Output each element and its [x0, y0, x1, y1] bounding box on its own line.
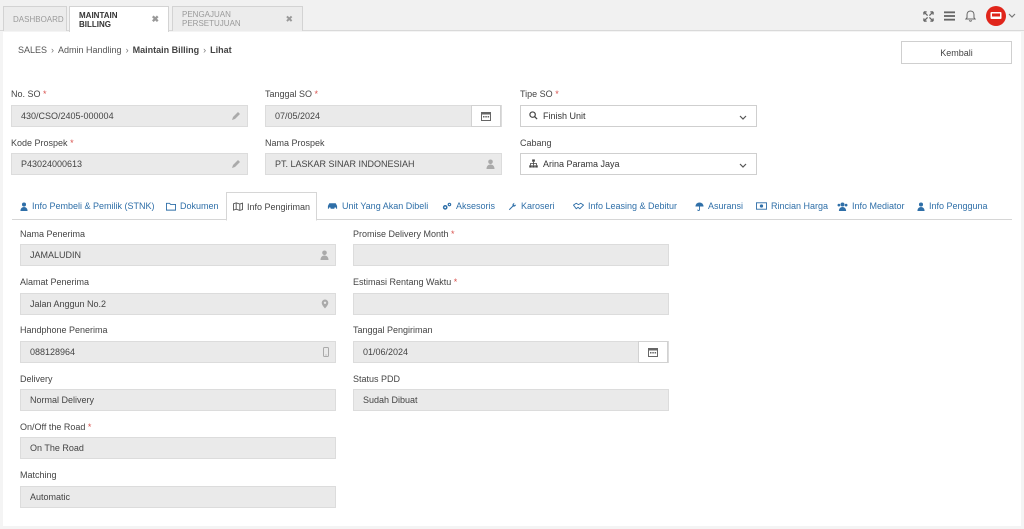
close-icon[interactable]: ✖ — [151, 14, 159, 25]
search-icon — [529, 110, 538, 122]
back-button[interactable]: Kembali — [901, 41, 1012, 64]
on-off-road-field: On The Road — [20, 437, 336, 459]
nama-prospek-field: PT. LASKAR SINAR INDONESIAH — [265, 153, 502, 175]
top-tab-bar: DASHBOARD MAINTAIN BILLING ✖ PENGAJUAN P… — [0, 0, 1024, 32]
mobile-icon — [323, 347, 329, 359]
kode-prospek-label: Kode Prospek * — [11, 138, 74, 148]
breadcrumb-separator: › — [125, 45, 129, 55]
main-panel: SALES › Admin Handling › Maintain Billin… — [3, 32, 1021, 526]
cabang-select[interactable]: Arina Parama Jaya — [520, 153, 757, 175]
map-marker-icon — [321, 299, 329, 311]
tanggal-so-label: Tanggal SO * — [265, 89, 319, 99]
tab-rincian-harga[interactable]: Rincian Harga — [750, 192, 834, 220]
user-icon — [320, 250, 329, 262]
users-icon — [837, 202, 848, 211]
tab-label: MAINTAIN BILLING — [79, 10, 118, 29]
nama-penerima-field: JAMALUDIN — [20, 244, 336, 266]
bell-icon[interactable] — [965, 10, 976, 22]
breadcrumb-separator: › — [51, 45, 55, 55]
sitemap-icon — [529, 158, 538, 170]
breadcrumb-current: Lihat — [210, 45, 232, 55]
tab-maintain-billing[interactable]: MAINTAIN BILLING ✖ — [69, 6, 169, 32]
tanggal-pengiriman-label: Tanggal Pengiriman — [353, 325, 433, 335]
fullscreen-icon[interactable] — [923, 10, 934, 22]
status-pdd-field: Sudah Dibuat — [353, 389, 669, 411]
user-icon — [917, 202, 925, 211]
calendar-icon[interactable] — [471, 105, 501, 127]
matching-field: Automatic — [20, 486, 336, 508]
tab-aksesoris[interactable]: Aksesoris — [436, 192, 501, 220]
tipe-so-select[interactable]: Finish Unit — [520, 105, 757, 127]
user-icon — [20, 202, 28, 211]
calendar-icon[interactable] — [638, 341, 668, 363]
nama-penerima-label: Nama Penerima — [20, 229, 86, 239]
tab-asuransi[interactable]: Asuransi — [689, 192, 749, 220]
chevron-down-icon — [1008, 13, 1016, 18]
tab-unit-yang-akan-dibeli[interactable]: Unit Yang Akan Dibeli — [321, 192, 434, 220]
tab-info-pembeli[interactable]: Info Pembeli & Pemilik (STNK) — [14, 192, 161, 220]
pencil-icon — [231, 111, 241, 123]
status-pdd-label: Status PDD — [353, 374, 401, 384]
breadcrumb-item[interactable]: Admin Handling — [58, 45, 122, 55]
tipe-so-label: Tipe SO * — [520, 89, 559, 99]
no-so-field: 430/CSO/2405-000004 — [11, 105, 248, 127]
car-icon — [327, 203, 338, 210]
no-so-label: No. SO * — [11, 89, 47, 99]
cabang-label: Cabang — [520, 138, 552, 148]
tab-info-pengiriman[interactable]: Info Pengiriman — [226, 192, 318, 221]
estimasi-rentang-waktu-field — [353, 293, 669, 315]
tab-karoseri[interactable]: Karoseri — [502, 192, 561, 220]
cogs-icon — [442, 202, 452, 210]
promise-delivery-month-label: Promise Delivery Month * — [353, 229, 455, 239]
tab-label: DASHBOARD — [13, 14, 64, 24]
kode-prospek-field: P43024000613 — [11, 153, 248, 175]
folder-icon — [166, 202, 176, 211]
estimasi-rentang-waktu-label: Estimasi Rentang Waktu * — [353, 277, 458, 287]
tab-dokumen[interactable]: Dokumen — [160, 192, 225, 220]
chevron-down-icon — [739, 113, 747, 123]
umbrella-icon — [695, 201, 704, 211]
tab-info-pengguna[interactable]: Info Pengguna — [911, 192, 994, 220]
handshake-icon — [573, 202, 584, 210]
pencil-icon — [231, 159, 241, 171]
tanggal-pengiriman-field: 01/06/2024 — [353, 341, 669, 363]
delivery-label: Delivery — [20, 374, 53, 384]
breadcrumb-item[interactable]: SALES — [18, 45, 47, 55]
alamat-penerima-field: Jalan Anggun No.2 — [20, 293, 336, 315]
breadcrumb-separator: › — [203, 45, 207, 55]
delivery-field: Normal Delivery — [20, 389, 336, 411]
tab-pengajuan-persetujuan[interactable]: PENGAJUAN PERSETUJUAN ✖ — [172, 6, 303, 31]
tab-info-mediator[interactable]: Info Mediator — [831, 192, 911, 220]
tab-info-leasing[interactable]: Info Leasing & Debitur — [567, 192, 683, 220]
breadcrumb: SALES › Admin Handling › Maintain Billin… — [18, 45, 232, 55]
handphone-penerima-label: Handphone Penerima — [20, 325, 108, 335]
close-icon[interactable]: ✖ — [285, 14, 293, 25]
breadcrumb-item[interactable]: Maintain Billing — [133, 45, 200, 55]
alamat-penerima-label: Alamat Penerima — [20, 277, 90, 287]
chevron-down-icon — [739, 161, 747, 171]
money-icon — [756, 202, 767, 210]
tab-dashboard[interactable]: DASHBOARD — [3, 6, 67, 31]
section-tabs: Info Pembeli & Pemilik (STNK) Dokumen In… — [12, 192, 1012, 221]
user-menu[interactable] — [986, 6, 1016, 26]
map-icon — [233, 202, 243, 211]
tanggal-so-field: 07/05/2024 — [265, 105, 502, 127]
tab-label: PENGAJUAN PERSETUJUAN — [182, 10, 241, 28]
promise-delivery-month-field — [353, 244, 669, 266]
handphone-penerima-field: 088128964 — [20, 341, 336, 363]
menu-icon[interactable] — [944, 11, 955, 21]
user-icon — [486, 159, 495, 171]
avatar[interactable] — [986, 6, 1006, 26]
matching-label: Matching — [20, 470, 57, 480]
nama-prospek-label: Nama Prospek — [265, 138, 325, 148]
on-off-road-label: On/Off the Road * — [20, 422, 92, 432]
wrench-icon — [508, 202, 517, 210]
